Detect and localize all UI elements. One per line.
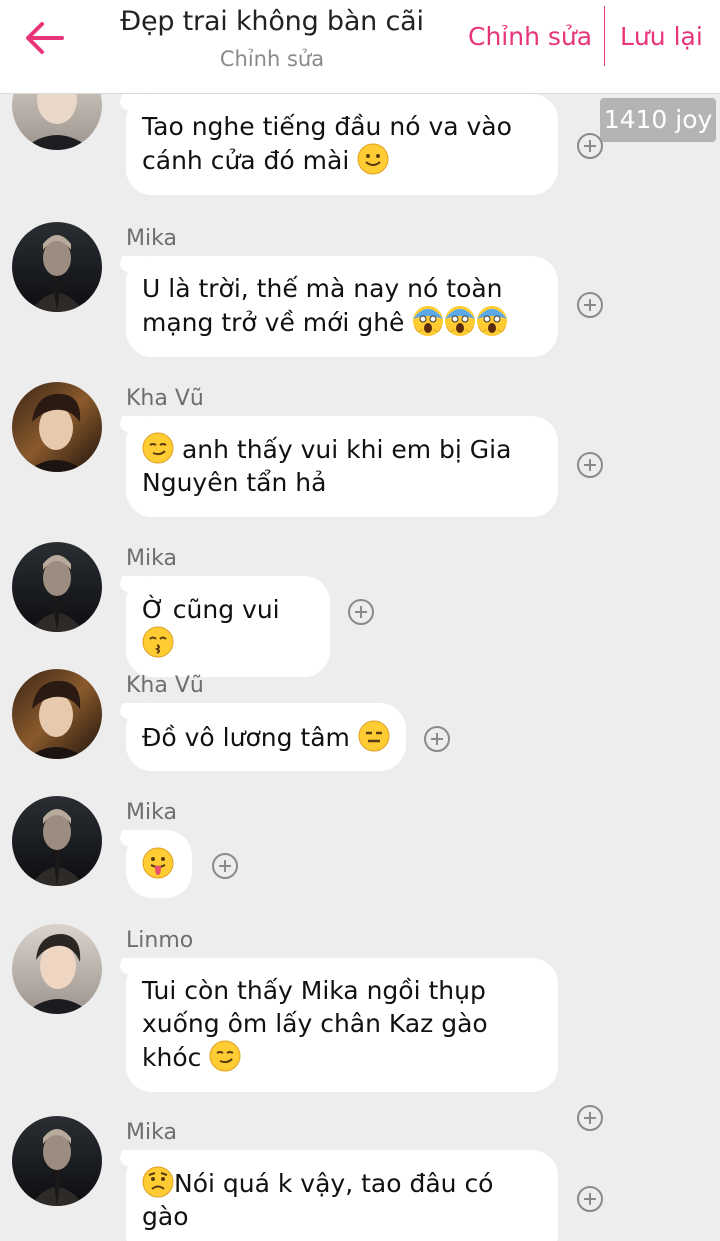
add-reaction-button[interactable]	[577, 292, 603, 318]
sender-name: Mika	[126, 546, 177, 571]
back-arrow-icon[interactable]	[22, 18, 66, 58]
expressionless-emoji	[358, 720, 390, 752]
message-bubble[interactable]: Nói quá k vậy, tao đâu có gào	[126, 1150, 558, 1241]
message-bubble[interactable]: anh thấy vui khi em bị Gia Nguyên tẩn hả	[126, 416, 558, 517]
header-divider	[604, 6, 605, 66]
avatar[interactable]	[12, 94, 102, 150]
avatar[interactable]	[12, 542, 102, 632]
sender-name: Mika	[126, 800, 177, 825]
avatar[interactable]	[12, 382, 102, 472]
sender-name: Linmo	[126, 928, 194, 953]
message-text-line: anh thấy vui khi em bị Gia	[181, 435, 512, 464]
message-text-line: Tao nghe tiếng đầu nó va vào	[142, 112, 512, 141]
sender-name: Mika	[126, 226, 177, 251]
avatar[interactable]	[12, 222, 102, 312]
sender-name: Kha Vũ	[126, 386, 204, 411]
message-bubble[interactable]: Tao nghe tiếng đầu nó va vào cánh cửa đó…	[126, 94, 558, 195]
add-reaction-button[interactable]	[577, 1186, 603, 1212]
avatar[interactable]	[12, 924, 102, 1014]
app-header: Đẹp trai không bàn cãi Chỉnh sửa Chỉnh s…	[0, 0, 720, 94]
message-text-line: xuống ôm lấy chân Kaz gào	[142, 1009, 488, 1038]
message-text-line: Nói quá k vậy, tao đâu có	[174, 1169, 494, 1198]
message-text-line: Nguyên tẩn hả	[142, 468, 327, 497]
scream-emoji	[476, 305, 508, 337]
message-text-line: Đồ vô lương tâm	[142, 723, 350, 752]
add-reaction-button[interactable]	[577, 1105, 603, 1131]
smirk-emoji	[209, 1040, 241, 1072]
tongue-emoji	[142, 847, 174, 879]
message-text-line: U là trời, thế mà nay nó toàn	[142, 274, 503, 303]
avatar[interactable]	[12, 796, 102, 886]
message-text-line: khóc	[142, 1043, 202, 1072]
add-reaction-button[interactable]	[577, 452, 603, 478]
joy-badge: 1410 joy	[600, 98, 716, 142]
avatar[interactable]	[12, 669, 102, 759]
smile-emoji	[357, 143, 389, 175]
message-bubble[interactable]: Đồ vô lương tâm	[126, 703, 406, 771]
chat-list: Tao nghe tiếng đầu nó va vào cánh cửa đó…	[0, 94, 720, 1241]
message-bubble[interactable]: U là trời, thế mà nay nó toàn mạng trở v…	[126, 256, 558, 357]
kiss-emoji	[142, 626, 174, 658]
scream-emoji	[444, 305, 476, 337]
chat-title: Đẹp trai không bàn cãi	[120, 6, 424, 37]
add-reaction-button[interactable]	[424, 726, 450, 752]
sender-name: Kha Vũ	[126, 673, 204, 698]
sender-name: Mika	[126, 1120, 177, 1145]
message-bubble[interactable]: Tui còn thấy Mika ngồi thụp xuống ôm lấy…	[126, 958, 558, 1092]
scream-emoji	[412, 305, 444, 337]
message-bubble[interactable]: Ờ cũng vui	[126, 576, 330, 677]
message-text-line: Ờ cũng vui	[142, 595, 280, 624]
message-bubble[interactable]	[126, 830, 192, 898]
add-reaction-button[interactable]	[348, 599, 374, 625]
message-text-line: Tui còn thấy Mika ngồi thụp	[142, 976, 486, 1005]
add-reaction-button[interactable]	[212, 853, 238, 879]
message-text-line: gào	[142, 1202, 189, 1231]
worried-emoji	[142, 1166, 174, 1198]
smirk-emoji	[142, 432, 174, 464]
message-text-line: mạng trở về mới ghê	[142, 308, 405, 337]
message-text-line: cánh cửa đó mài	[142, 146, 350, 175]
chat-subtitle: Chỉnh sửa	[219, 47, 325, 71]
avatar[interactable]	[12, 1116, 102, 1206]
edit-button[interactable]: Chỉnh sửa	[468, 22, 592, 51]
save-button[interactable]: Lưu lại	[620, 22, 703, 51]
